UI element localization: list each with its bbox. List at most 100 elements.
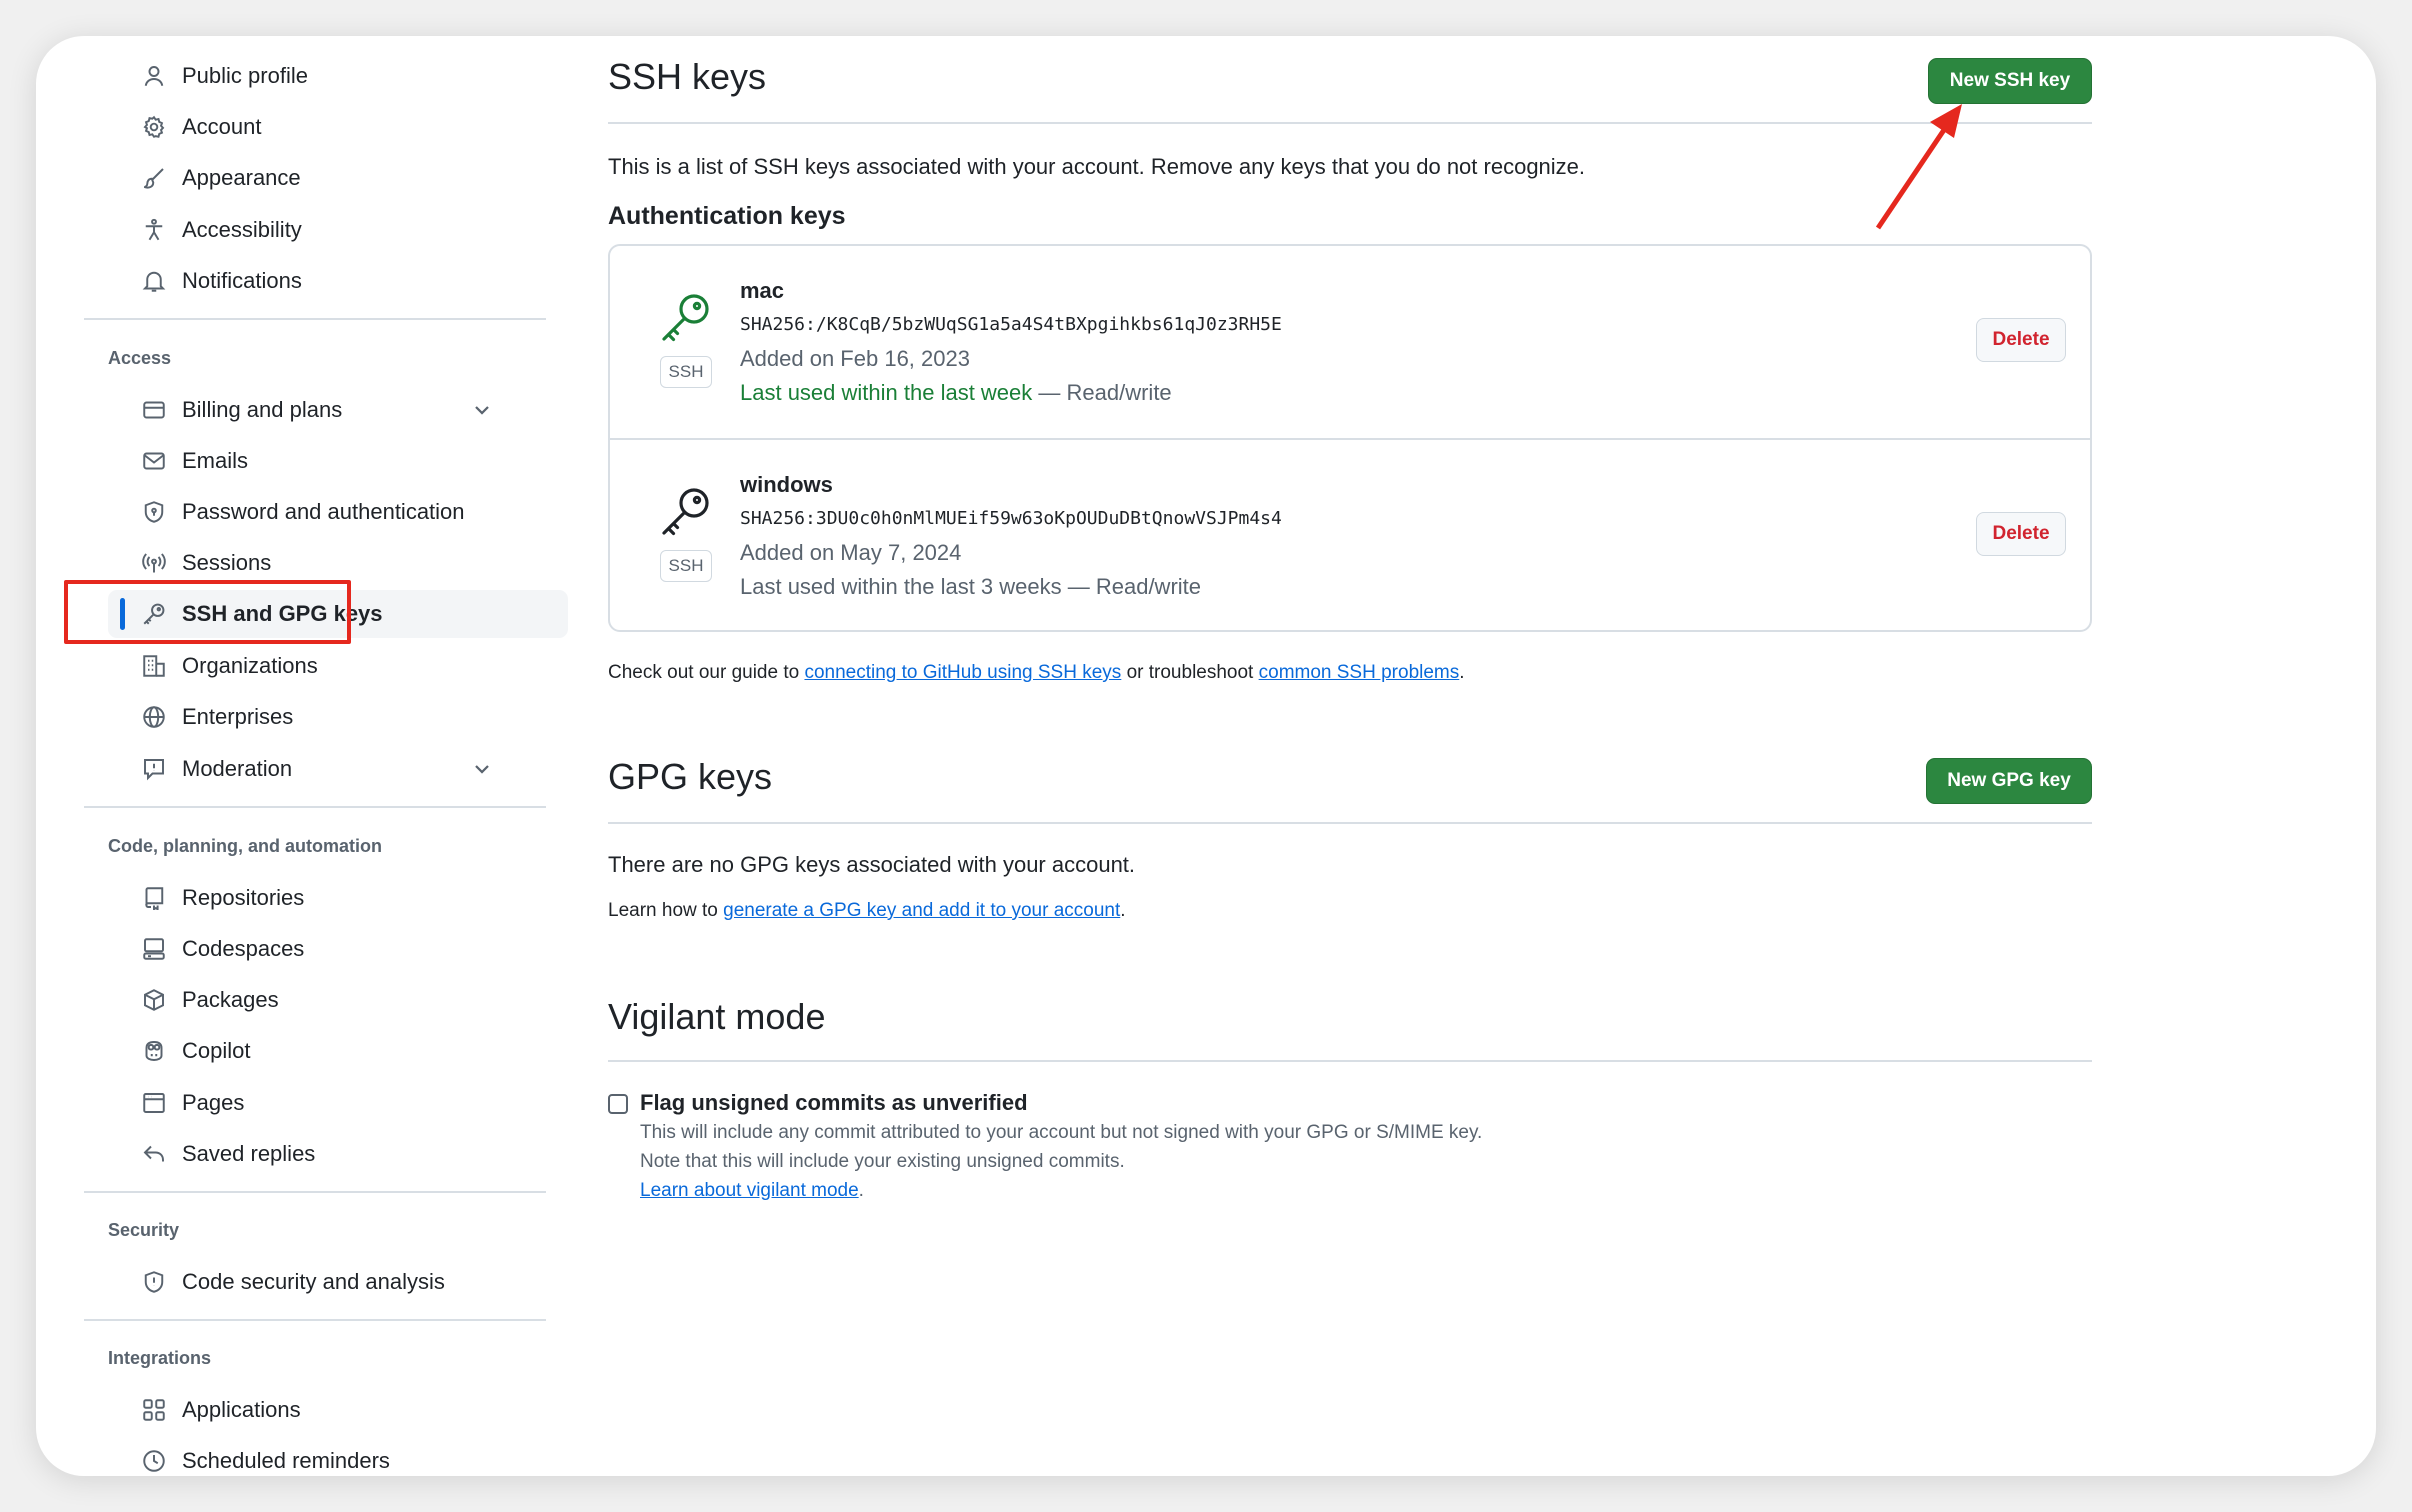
sidebar-item-label: Appearance: [182, 165, 301, 190]
chevron-down-icon[interactable]: [470, 757, 494, 781]
new-ssh-key-button[interactable]: New SSH key: [1928, 58, 2092, 104]
sidebar-item-enterprises[interactable]: Enterprises: [108, 693, 508, 741]
learn-suffix: .: [1120, 900, 1126, 921]
flag-unsigned-checkbox[interactable]: [608, 1094, 628, 1114]
vigilant-option: Flag unsigned commits as unverified This…: [608, 1090, 2092, 1214]
sidebar-item-label: Applications: [182, 1397, 301, 1422]
sidebar-item-repositories[interactable]: Repositories: [108, 874, 508, 922]
delete-key-button[interactable]: Delete: [1976, 318, 2066, 362]
sidebar-item-label: Codespaces: [182, 936, 305, 961]
sidebar-item-label: Notifications: [182, 268, 302, 293]
sidebar-item-organizations[interactable]: Organizations: [108, 642, 508, 690]
sidebar-heading-integrations: Integrations: [108, 1348, 212, 1368]
sidebar-item-notifications[interactable]: Notifications: [108, 257, 508, 305]
sidebar-item-emails[interactable]: Emails: [108, 437, 508, 485]
sidebar-item-label: Repositories: [182, 885, 305, 910]
ssh-troubleshoot-link[interactable]: common SSH problems: [1259, 662, 1460, 683]
sidebar-item-label: Account: [182, 114, 262, 139]
mail-icon: [142, 449, 166, 473]
learn-prefix: Learn how to: [608, 900, 724, 921]
sidebar-item-accessibility[interactable]: Accessibility: [108, 206, 508, 254]
browser-icon: [142, 1091, 166, 1115]
sidebar-item-label: Accessibility: [182, 217, 302, 242]
sidebar-item-scheduled-reminders[interactable]: Scheduled reminders: [108, 1437, 508, 1476]
sidebar-item-pages[interactable]: Pages: [108, 1079, 508, 1127]
sidebar-item-packages[interactable]: Packages: [108, 976, 508, 1024]
main-content: SSH keys New SSH key This is a list of S…: [608, 36, 2128, 1476]
gear-icon: [142, 115, 166, 139]
ssh-description: This is a list of SSH keys associated wi…: [608, 154, 1586, 179]
ssh-keys-title: SSH keys: [608, 56, 767, 97]
sidebar-item-moderation[interactable]: Moderation: [108, 745, 508, 793]
gpg-learn-text: Learn how to generate a GPG key and add …: [608, 900, 1126, 922]
sidebar-divider: [84, 806, 546, 808]
sidebar-item-label: Packages: [182, 987, 279, 1012]
gpg-keys-title: GPG keys: [608, 756, 773, 797]
ssh-key-row: SSH windows SHA256:3DU0c0h0nMlMUEif59w63…: [610, 438, 2090, 632]
vigilant-learn-link[interactable]: Learn about vigilant mode: [640, 1180, 859, 1201]
package-icon: [142, 988, 166, 1012]
chevron-down-icon[interactable]: [470, 398, 494, 422]
sidebar-item-label: Billing and plans: [182, 397, 343, 422]
gpg-learn-link[interactable]: generate a GPG key and add it to your ac…: [723, 900, 1120, 921]
delete-key-button[interactable]: Delete: [1976, 512, 2066, 556]
sidebar-item-label: Moderation: [182, 756, 293, 781]
gpg-empty-text: There are no GPG keys associated with yo…: [608, 852, 1136, 877]
guide-suffix: .: [1459, 662, 1465, 683]
sidebar-item-password[interactable]: Password and authentication: [108, 488, 508, 536]
vigilant-learn-text: Learn about vigilant mode.: [640, 1180, 864, 1202]
sidebar-item-label: Saved replies: [182, 1141, 316, 1166]
sidebar-item-label: Organizations: [182, 653, 318, 678]
ssh-key-fingerprint: SHA256:3DU0c0h0nMlMUEif59w63oKpOUDuDBtQn…: [740, 508, 1282, 529]
repo-icon: [142, 886, 166, 910]
ssh-key-added-date: Added on May 7, 2024: [740, 540, 962, 565]
ssh-badge: SSH: [660, 356, 712, 388]
sidebar-item-saved-replies[interactable]: Saved replies: [108, 1130, 508, 1178]
sidebar-item-label: Sessions: [182, 550, 272, 575]
sidebar-item-label: Scheduled reminders: [182, 1448, 390, 1473]
ssh-key-last-used: Last used within the last 3 weeks: [740, 574, 1062, 599]
ssh-key-access: — Read/write: [1032, 380, 1172, 405]
sidebar-item-account[interactable]: Account: [108, 103, 508, 151]
sidebar-item-codespaces[interactable]: Codespaces: [108, 925, 508, 973]
authentication-keys-heading: Authentication keys: [608, 202, 846, 230]
clock-icon: [142, 1449, 166, 1473]
organization-icon: [142, 654, 166, 678]
shield-icon: [142, 1270, 166, 1294]
sidebar-item-applications[interactable]: Applications: [108, 1386, 508, 1434]
sidebar-heading-access: Access: [108, 348, 172, 368]
annotation-highlight-box: [64, 580, 351, 644]
ssh-key-access: — Read/write: [1061, 574, 1202, 599]
report-icon: [142, 757, 166, 781]
sidebar-item-public-profile[interactable]: Public profile: [108, 52, 508, 100]
settings-sidebar: Public profile Account Appearance Access…: [36, 36, 568, 1476]
ssh-badge: SSH: [660, 550, 712, 582]
sidebar-heading-code: Code, planning, and automation: [108, 836, 382, 856]
ssh-key-row: SSH mac SHA256:/K8CqB/5bzWUqSG1a5a4S4tBX…: [610, 246, 2090, 438]
shield-lock-icon: [142, 500, 166, 524]
ssh-key-name: mac: [740, 278, 785, 303]
apps-icon: [142, 1398, 166, 1422]
sidebar-item-code-security[interactable]: Code security and analysis: [108, 1258, 508, 1306]
key-icon: [658, 290, 714, 346]
sidebar-item-billing[interactable]: Billing and plans: [108, 386, 508, 434]
sidebar-divider: [84, 1191, 546, 1193]
sidebar-item-copilot[interactable]: Copilot: [108, 1027, 508, 1075]
vigilant-note-2: Note that this will include your existin…: [640, 1151, 1125, 1172]
ssh-key-usage: Last used within the last 3 weeks — Read…: [740, 574, 1201, 600]
section-divider: [608, 1060, 2092, 1062]
sidebar-item-appearance[interactable]: Appearance: [108, 154, 508, 202]
ssh-key-list: SSH mac SHA256:/K8CqB/5bzWUqSG1a5a4S4tBX…: [608, 244, 2092, 632]
ssh-guide-link[interactable]: connecting to GitHub using SSH keys: [804, 662, 1121, 683]
key-icon: [658, 484, 714, 540]
person-icon: [142, 64, 166, 88]
vigilant-mode-title: Vigilant mode: [608, 996, 826, 1037]
flag-unsigned-label[interactable]: Flag unsigned commits as unverified: [640, 1090, 1028, 1116]
sidebar-item-label: Copilot: [182, 1038, 251, 1063]
globe-icon: [142, 705, 166, 729]
sidebar-heading-security: Security: [108, 1220, 180, 1240]
new-gpg-key-button[interactable]: New GPG key: [1926, 758, 2092, 804]
credit-card-icon: [142, 398, 166, 422]
sidebar-item-label: Password and authentication: [182, 499, 465, 524]
sidebar-divider: [84, 1319, 546, 1321]
